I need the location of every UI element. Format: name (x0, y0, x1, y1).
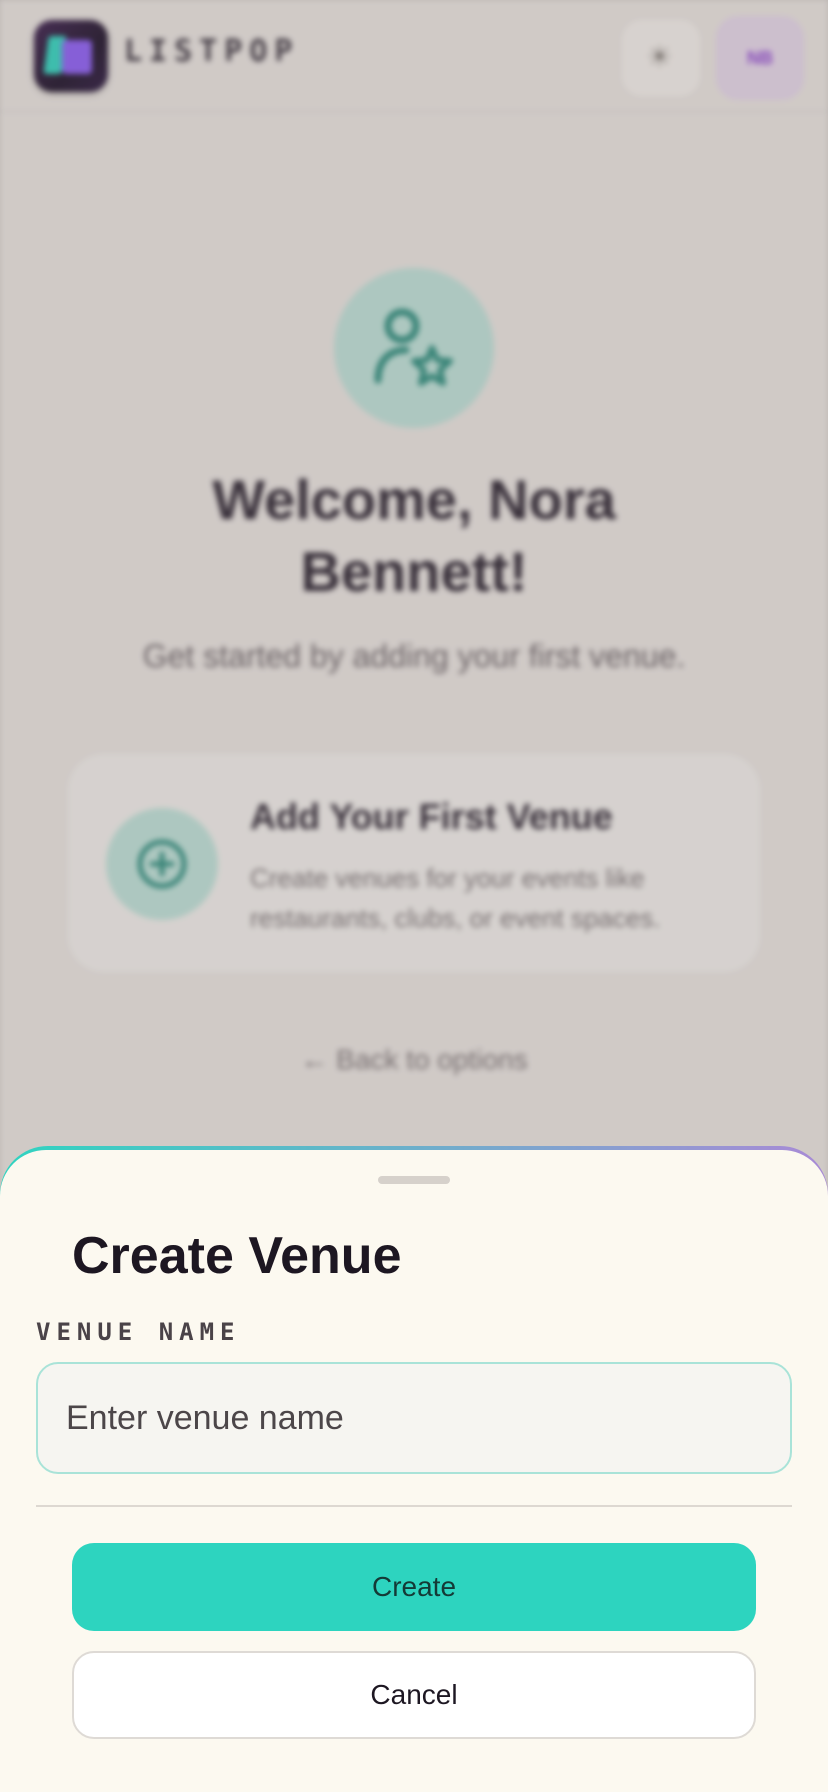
cancel-button[interactable]: Cancel (72, 1651, 756, 1739)
venue-name-label: VENUE NAME (36, 1318, 241, 1346)
create-button[interactable]: Create (72, 1543, 756, 1631)
create-venue-sheet: Create Venue VENUE NAME Create Cancel (0, 1150, 828, 1792)
venue-name-input[interactable] (36, 1362, 792, 1474)
divider (36, 1505, 792, 1507)
sheet-title: Create Venue (72, 1227, 402, 1285)
drag-handle[interactable] (378, 1176, 450, 1184)
